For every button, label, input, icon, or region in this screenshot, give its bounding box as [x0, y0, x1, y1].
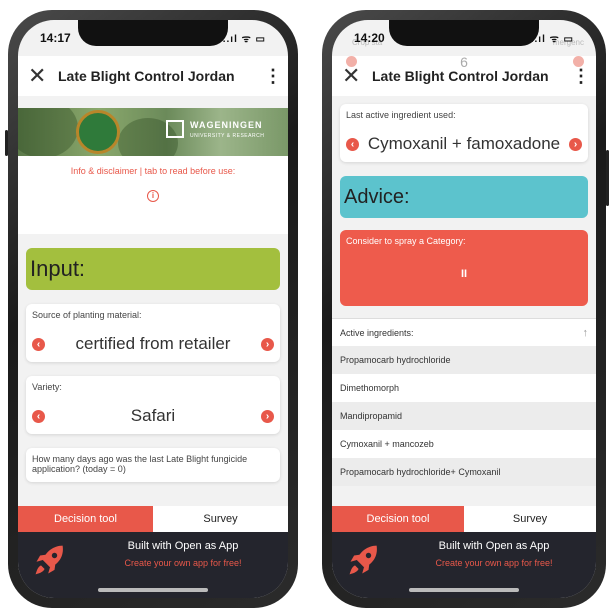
tab-decision-tool[interactable]: Decision tool: [332, 506, 464, 532]
app-title: Late Blight Control Jordan: [372, 68, 549, 84]
app-bar: ✕ Late Blight Control Jordan ⋮: [18, 56, 288, 96]
phone-left-screen: 14:17 ..ıl ᯤ ▭ ✕ Late Blight Control Jor…: [18, 20, 288, 598]
create-app-link[interactable]: Create your own app for free!: [392, 558, 596, 568]
more-menu-icon[interactable]: ⋮: [264, 66, 282, 87]
wur-logo-mark: [166, 120, 184, 138]
notch: [389, 20, 539, 46]
create-app-link[interactable]: Create your own app for free!: [78, 558, 288, 568]
ghost-number: 6: [460, 54, 468, 70]
chevron-right-icon[interactable]: ›: [261, 409, 274, 423]
chevron-right-icon[interactable]: ›: [569, 137, 582, 151]
list-item: Mandipropamid: [332, 402, 596, 430]
last-ingredient-value: Cymoxanil + famoxadone: [367, 134, 561, 153]
wageningen-logo: WAGENINGEN UNIVERSITY & RESEARCH: [166, 116, 276, 148]
chevron-left-icon[interactable]: ‹: [346, 137, 359, 151]
rocket-icon: [349, 545, 377, 575]
tab-decision-tool[interactable]: Decision tool: [18, 506, 153, 532]
sort-arrow-icon[interactable]: ↑: [583, 327, 589, 339]
chevron-right-icon[interactable]: ›: [261, 337, 274, 351]
list-item: Propamocarb hydrochloride+ Cymoxanil: [332, 458, 596, 486]
source-card: Source of planting material: ‹ certified…: [26, 304, 280, 362]
app-title: Late Blight Control Jordan: [58, 68, 235, 84]
minus-icon: [346, 56, 357, 67]
ministry-seal-logo: [76, 110, 120, 154]
info-icon[interactable]: i: [147, 190, 159, 202]
phone-left: 14:17 ..ıl ᯤ ▭ ✕ Late Blight Control Jor…: [5, 10, 298, 608]
last-ingredient-card: Last active ingredient used: ‹ Cymoxanil…: [340, 104, 588, 162]
plus-icon: [573, 56, 584, 67]
chevron-left-icon[interactable]: ‹: [32, 409, 45, 423]
variety-picker: ‹ Safari ›: [32, 406, 274, 426]
built-with-text: Built with Open as App: [127, 540, 239, 552]
phone-right: Crop sta mergenc 14:20 ..ıl ᯤ ▭ ✕ Late B…: [322, 10, 609, 608]
input-header: Input:: [26, 248, 280, 290]
variety-label: Variety:: [32, 382, 62, 392]
days-question: How many days ago was the last Late Blig…: [32, 454, 248, 474]
footer[interactable]: Built with Open as App Create your own a…: [18, 532, 288, 598]
chevron-left-icon[interactable]: ‹: [32, 337, 45, 351]
status-time: 14:17: [40, 31, 71, 45]
list-item: Propamocarb hydrochloride: [332, 346, 596, 374]
built-with-text: Built with Open as App: [438, 540, 550, 552]
source-label: Source of planting material:: [32, 310, 142, 320]
footer[interactable]: Built with Open as App Create your own a…: [332, 532, 596, 598]
list-item: Cymoxanil + mancozeb: [332, 430, 596, 458]
power-button: [606, 150, 609, 206]
variety-value: Safari: [130, 406, 176, 425]
phone-right-screen: Crop sta mergenc 14:20 ..ıl ᯤ ▭ ✕ Late B…: [332, 20, 596, 598]
bottom-tabs: Decision tool Survey: [332, 506, 596, 532]
spray-advice-card: Consider to spray a Category: II: [340, 230, 588, 306]
list-item: Dimethomorph: [332, 374, 596, 402]
source-value: certified from retailer: [75, 334, 231, 353]
content-scroll[interactable]: Info & disclaimer | tab to read before u…: [18, 156, 288, 508]
variety-card: Variety: ‹ Safari ›: [26, 376, 280, 434]
last-ingredient-label: Last active ingredient used:: [346, 110, 456, 120]
close-icon[interactable]: ✕: [28, 65, 54, 87]
disclaimer-text[interactable]: Info & disclaimer | tab to read before u…: [18, 166, 288, 176]
home-indicator: [409, 588, 519, 592]
spray-category-value: II: [460, 268, 468, 280]
tab-survey[interactable]: Survey: [153, 506, 288, 532]
rocket-icon: [35, 545, 63, 575]
days-card: How many days ago was the last Late Blig…: [26, 448, 280, 482]
tab-survey[interactable]: Survey: [464, 506, 596, 532]
wur-logo-subtext: UNIVERSITY & RESEARCH: [190, 133, 265, 139]
status-icons: ..ıl ᯤ ▭: [222, 34, 266, 45]
last-ingredient-picker: ‹ Cymoxanil + famoxadone ›: [346, 134, 582, 154]
close-icon[interactable]: ✕: [342, 65, 368, 87]
home-indicator: [98, 588, 208, 592]
disclaimer-section[interactable]: Info & disclaimer | tab to read before u…: [18, 156, 288, 234]
spray-advice-text: Consider to spray a Category:: [346, 236, 466, 246]
active-ingredients-label: Active ingredients:: [340, 327, 414, 338]
header-banner: WAGENINGEN UNIVERSITY & RESEARCH: [18, 108, 288, 156]
active-ingredients-header: Active ingredients: ↑: [332, 318, 596, 346]
status-time: 14:20: [354, 31, 385, 45]
content-scroll[interactable]: Last active ingredient used: ‹ Cymoxanil…: [332, 96, 596, 508]
bottom-tabs: Decision tool Survey: [18, 506, 288, 532]
volume-button: [5, 130, 8, 156]
advice-header: Advice:: [340, 176, 588, 218]
notch: [78, 20, 228, 46]
wur-logo-text: WAGENINGEN: [190, 120, 263, 130]
leaf-decoration: [18, 108, 78, 156]
source-picker: ‹ certified from retailer ›: [32, 334, 274, 354]
screenshot-stage: 14:17 ..ıl ᯤ ▭ ✕ Late Blight Control Jor…: [0, 0, 610, 611]
more-menu-icon[interactable]: ⋮: [572, 66, 590, 87]
